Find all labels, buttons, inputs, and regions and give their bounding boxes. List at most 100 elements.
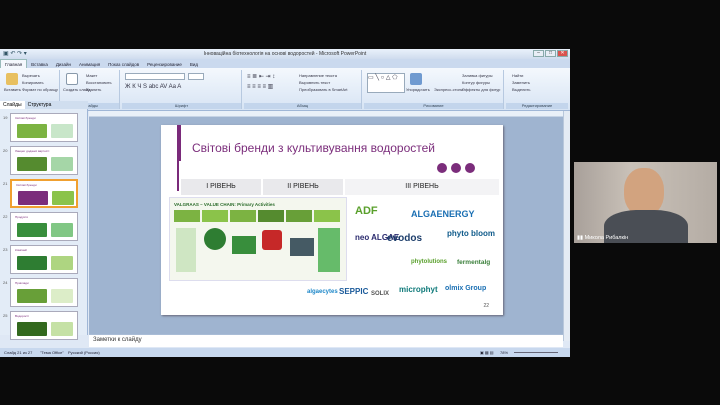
- theme-name: "Тема Office": [40, 350, 64, 355]
- shape-fill-button[interactable]: Заливка фигуры: [462, 73, 493, 78]
- quick-styles-button[interactable]: Экспресс-стили: [434, 87, 463, 92]
- value-chain-title: VALGRAAS – VALUE CHAIN: Primary Activiti…: [174, 202, 275, 207]
- solix-logo: SOLIX: [371, 291, 390, 297]
- new-slide-icon[interactable]: [66, 73, 78, 85]
- copy-button[interactable]: Копировать: [22, 80, 44, 85]
- thumb-image: [17, 124, 47, 138]
- pane-tabs: Слайды Структура: [0, 101, 88, 109]
- replace-button[interactable]: Заменить: [512, 80, 530, 85]
- shape-effects-button[interactable]: Эффекты для фигур: [462, 87, 500, 92]
- fermentalg-logo: fermentalg: [457, 259, 491, 266]
- tab-home[interactable]: Главная: [0, 59, 28, 68]
- vertical-scrollbar[interactable]: [563, 111, 570, 341]
- screen: ▣ ↶ ↷ ▾ Інноваційна біотехнологія на осн…: [0, 0, 720, 405]
- level-3-header: ІІІ РІВЕНЬ: [345, 179, 499, 195]
- thumb-number: 20: [3, 148, 8, 153]
- thumb-image: [17, 322, 47, 336]
- language: Русский (Россия): [68, 350, 100, 355]
- webcam-tile[interactable]: ▮▮ Микола Рибалкін: [574, 162, 717, 243]
- tab-outline[interactable]: Структура: [25, 101, 55, 109]
- notes-area[interactable]: Заметки к слайду: [89, 334, 563, 347]
- arrange-button[interactable]: Упорядочить: [406, 87, 430, 92]
- thumb-image: [17, 256, 47, 270]
- slide-thumbnail[interactable]: Світові бренди: [10, 113, 78, 142]
- thumb-number: 21: [3, 181, 8, 186]
- font-format-buttons[interactable]: Ж К Ч S abc AV Aa A: [125, 84, 181, 90]
- thumb-image: [51, 223, 73, 237]
- minimize-button[interactable]: –: [533, 50, 544, 57]
- chain-step: [202, 210, 228, 222]
- seppic-logo: SEPPIC: [339, 287, 369, 296]
- editing-group: Найти Заменить Выделить Редактирование: [506, 70, 568, 109]
- decorative-dot: [465, 163, 475, 173]
- font-name-box[interactable]: [125, 73, 185, 80]
- participant-name-text: Микола Рибалкін: [584, 235, 629, 241]
- slide-title[interactable]: Світові бренди з культивування водоросте…: [192, 141, 435, 155]
- current-slide[interactable]: Світові бренди з культивування водоросте…: [161, 125, 503, 315]
- tab-slides[interactable]: Слайды: [0, 101, 25, 109]
- slide-number: 22: [483, 303, 489, 309]
- algaecytes-logo: algaecytes: [307, 289, 338, 295]
- view-buttons[interactable]: ▣ ▦ ▤: [480, 350, 494, 355]
- drawing-group: ▭ ╲ ○ △ ⬠ Упорядочить Экспресс-стили Зал…: [364, 70, 504, 109]
- chain-step: [258, 210, 284, 222]
- list-buttons[interactable]: ≡ ≣ ⇤ ⇥ ↕: [247, 73, 275, 80]
- smartart-button[interactable]: Преобразовать в SmartArt: [299, 87, 348, 92]
- zoom-slider[interactable]: [514, 352, 558, 353]
- slide-editing-area[interactable]: Світові бренди з культивування водоросте…: [89, 117, 563, 334]
- thumb-image: [51, 124, 73, 138]
- slide-thumbnail[interactable]: Світові бренди: [10, 179, 78, 208]
- chain-step: [174, 210, 200, 222]
- text-direction-button[interactable]: Направление текста: [299, 73, 337, 78]
- thumb-image: [17, 223, 47, 237]
- slide-count: Слайд 21 из 27: [4, 350, 33, 355]
- evodos-logo: evodos: [387, 233, 423, 244]
- thumb-image: [18, 191, 48, 205]
- find-button[interactable]: Найти: [512, 73, 523, 78]
- editing-group-label: Редактирование: [506, 103, 568, 109]
- slide-thumbnail[interactable]: Компанії: [10, 245, 78, 274]
- title-accent-bar: [177, 125, 181, 161]
- value-chain-image: VALGRAAS – VALUE CHAIN: Primary Activiti…: [169, 197, 347, 281]
- cut-button[interactable]: Вырезать: [22, 73, 40, 78]
- maximize-button[interactable]: □: [545, 50, 556, 57]
- slides-pane: Слайды Структура 19 Світові бренди 20 Ланцюг…: [0, 101, 88, 340]
- powerpoint-window: ▣ ↶ ↷ ▾ Інноваційна біотехнологія на осн…: [0, 49, 570, 357]
- mic-icon: ▮▮: [577, 235, 585, 241]
- thumb-number: 22: [3, 214, 8, 219]
- reset-button[interactable]: Восстановить: [86, 80, 112, 85]
- close-button[interactable]: ✕: [557, 50, 568, 57]
- adf-logo: ADF: [355, 205, 378, 217]
- thumb-image: [17, 157, 47, 171]
- thumb-image: [51, 289, 73, 303]
- paste-button[interactable]: Вставить: [4, 87, 21, 92]
- paragraph-group-label: Абзац: [244, 103, 361, 109]
- algaenergy-logo: ALGAENERGY: [411, 209, 475, 219]
- align-buttons[interactable]: ≡ ≡ ≡ ≡ ▥: [247, 83, 273, 90]
- slide-thumbnail[interactable]: Приклади: [10, 278, 78, 307]
- thumb-title: Світові бренди: [15, 116, 36, 120]
- font-group: Ж К Ч S abc AV Aa A Шрифт: [122, 70, 242, 109]
- paste-icon[interactable]: [6, 73, 18, 85]
- align-text-button[interactable]: Выровнять текст: [299, 80, 330, 85]
- phytolutions-logo: phytolutions: [411, 259, 447, 265]
- font-size-box[interactable]: [188, 73, 204, 80]
- delete-slide-button[interactable]: Удалить: [86, 87, 101, 92]
- arrange-icon[interactable]: [410, 73, 422, 85]
- layout-button[interactable]: Макет: [86, 73, 97, 78]
- slide-thumbnail[interactable]: Ланцюг доданої вартості: [10, 146, 78, 175]
- chain-step: [286, 210, 312, 222]
- thumb-number: 25: [3, 313, 8, 318]
- format-painter-button[interactable]: Формат по образцу: [22, 87, 58, 92]
- font-group-label: Шрифт: [122, 103, 241, 109]
- shapes-gallery[interactable]: ▭ ╲ ○ △ ⬠: [367, 73, 405, 93]
- select-button[interactable]: Выделить: [512, 87, 530, 92]
- phytobloom-logo: phyto bloom: [447, 229, 495, 238]
- slide-thumbnail[interactable]: Продукти: [10, 212, 78, 241]
- slide-thumbnail[interactable]: Водорості: [10, 311, 78, 340]
- window-title: Інноваційна біотехнологія на основі водо…: [203, 51, 367, 57]
- thumb-title: Приклади: [15, 281, 29, 285]
- shape-outline-button[interactable]: Контур фигуры: [462, 80, 490, 85]
- chain-illustration: [290, 238, 314, 256]
- thumb-title: Водорості: [15, 314, 29, 318]
